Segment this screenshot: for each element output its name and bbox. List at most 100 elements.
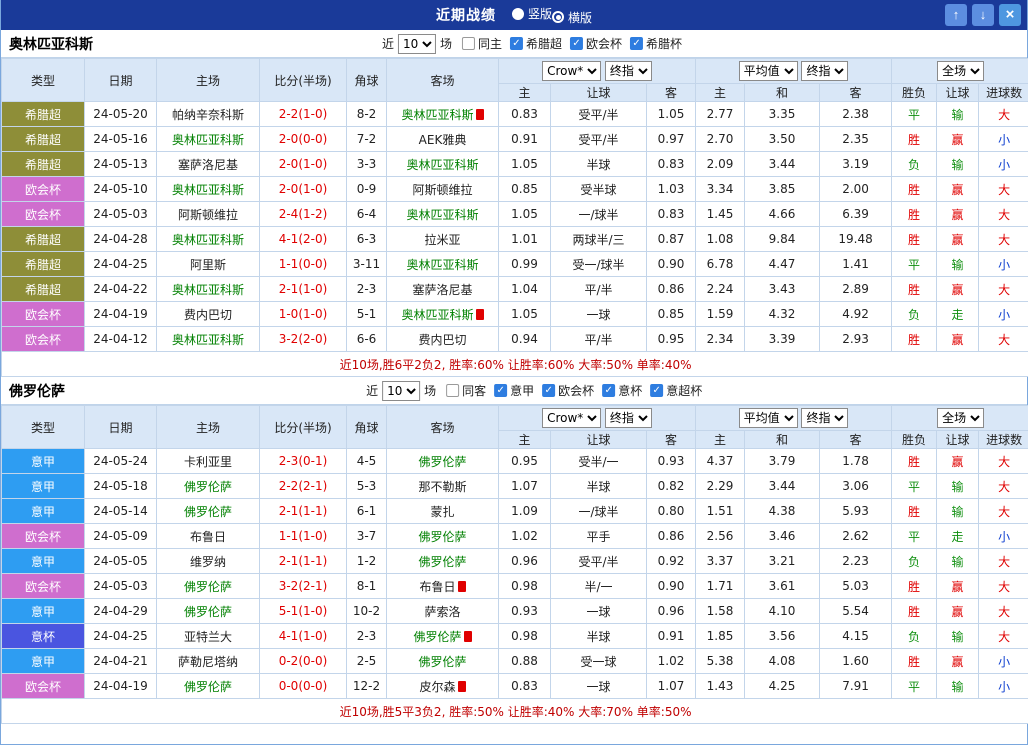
home-team-name[interactable]: 费内巴切 — [184, 308, 232, 322]
away-team-name[interactable]: 奥林匹亚科斯 — [406, 158, 478, 172]
scroll-up-button[interactable]: ↑ — [945, 4, 967, 26]
home-team-name[interactable]: 卡利亚里 — [184, 455, 232, 469]
asia-odds-stage-select[interactable]: 终指 — [605, 61, 652, 81]
score-link[interactable]: 0-2(0-0) — [279, 654, 328, 668]
away-team-name[interactable]: 费内巴切 — [418, 333, 466, 347]
filter-checkbox-意超杯[interactable]: ✓意超杯 — [650, 382, 702, 399]
filter-checkbox-意甲[interactable]: ✓意甲 — [494, 382, 534, 399]
layout-radio-horizontal[interactable]: 横版 — [552, 9, 592, 26]
layout-radio-vertical[interactable]: 竖版 — [512, 5, 552, 22]
score-link[interactable]: 2-1(1-1) — [279, 554, 328, 568]
away-team-name[interactable]: 奥林匹亚科斯 — [401, 308, 473, 322]
away-team-name[interactable]: 佛罗伦萨 — [418, 655, 466, 669]
away-team-name[interactable]: 皮尔森 — [419, 680, 455, 694]
euro-odds-stage-select[interactable]: 终指 — [801, 61, 848, 81]
home-team-name[interactable]: 阿里斯 — [190, 258, 226, 272]
score-link[interactable]: 2-0(0-0) — [279, 132, 328, 146]
away-team-name[interactable]: 佛罗伦萨 — [418, 455, 466, 469]
away-team-name[interactable]: 萨索洛 — [424, 605, 460, 619]
checkbox-icon[interactable]: ✓ — [510, 37, 523, 50]
scroll-down-button[interactable]: ↓ — [972, 4, 994, 26]
home-team-name[interactable]: 佛罗伦萨 — [184, 580, 232, 594]
home-team-name[interactable]: 奥林匹亚科斯 — [172, 283, 244, 297]
filter-checkbox-欧会杯[interactable]: ✓欧会杯 — [542, 382, 594, 399]
scope-select[interactable]: 全场 — [937, 61, 984, 81]
score-link[interactable]: 4-1(1-0) — [279, 629, 328, 643]
games-count-select[interactable]: 10 — [382, 381, 420, 401]
score-link[interactable]: 5-1(1-0) — [279, 604, 328, 618]
away-team-name[interactable]: 佛罗伦萨 — [418, 530, 466, 544]
score-link[interactable]: 2-0(1-0) — [279, 157, 328, 171]
euro-odds-type-select[interactable]: 平均值 — [739, 408, 798, 428]
checkbox-icon[interactable] — [446, 384, 459, 397]
away-team-name[interactable]: 奥林匹亚科斯 — [406, 258, 478, 272]
home-team-name[interactable]: 萨勒尼塔纳 — [178, 655, 238, 669]
scope-select[interactable]: 全场 — [937, 408, 984, 428]
checkbox-icon[interactable]: ✓ — [542, 384, 555, 397]
checkbox-icon[interactable]: ✓ — [630, 37, 643, 50]
score-link[interactable]: 3-2(2-0) — [279, 332, 328, 346]
euro-odds-stage-select[interactable]: 终指 — [801, 408, 848, 428]
away-team-name[interactable]: 佛罗伦萨 — [418, 555, 466, 569]
score-link[interactable]: 2-1(1-1) — [279, 504, 328, 518]
filter-checkbox-同客[interactable]: 同客 — [446, 382, 486, 399]
away-team-name[interactable]: 蒙扎 — [430, 505, 454, 519]
score-link[interactable]: 1-1(1-0) — [279, 529, 328, 543]
checkbox-icon[interactable]: ✓ — [602, 384, 615, 397]
filter-checkbox-希腊超[interactable]: ✓希腊超 — [510, 35, 562, 52]
home-team-name[interactable]: 奥林匹亚科斯 — [172, 333, 244, 347]
euro-odds-type-select[interactable]: 平均值 — [739, 61, 798, 81]
asia-home-odds: 0.95 — [499, 449, 551, 474]
score-link[interactable]: 2-1(1-0) — [279, 282, 328, 296]
score-link[interactable]: 0-0(0-0) — [279, 679, 328, 693]
away-team-name[interactable]: 拉米亚 — [424, 233, 460, 247]
home-team-name[interactable]: 布鲁日 — [190, 530, 226, 544]
score-link[interactable]: 2-0(1-0) — [279, 182, 328, 196]
score-link[interactable]: 3-2(2-1) — [279, 579, 328, 593]
home-team-name[interactable]: 塞萨洛尼基 — [178, 158, 238, 172]
checkbox-icon[interactable]: ✓ — [494, 384, 507, 397]
away-team-name[interactable]: 那不勒斯 — [418, 480, 466, 494]
score-link[interactable]: 4-1(2-0) — [279, 232, 328, 246]
away-team-name[interactable]: 奥林匹亚科斯 — [406, 208, 478, 222]
home-team-name[interactable]: 维罗纳 — [190, 555, 226, 569]
home-team-cell: 维罗纳 — [157, 549, 260, 574]
score-link[interactable]: 1-0(1-0) — [279, 307, 328, 321]
away-team-name[interactable]: AEK雅典 — [419, 133, 467, 147]
filter-checkbox-欧会杯[interactable]: ✓欧会杯 — [570, 35, 622, 52]
checkbox-icon[interactable] — [462, 37, 475, 50]
close-button[interactable]: × — [999, 4, 1021, 26]
result-wdl: 平 — [892, 252, 937, 277]
score-link[interactable]: 2-2(1-0) — [279, 107, 328, 121]
checkbox-icon[interactable]: ✓ — [650, 384, 663, 397]
score-link[interactable]: 2-3(0-1) — [279, 454, 328, 468]
home-team-name[interactable]: 奥林匹亚科斯 — [172, 183, 244, 197]
away-team-name[interactable]: 奥林匹亚科斯 — [401, 108, 473, 122]
away-team-name[interactable]: 阿斯顿维拉 — [412, 183, 472, 197]
bookmaker-select[interactable]: Crow* — [542, 61, 601, 81]
score-link[interactable]: 1-1(0-0) — [279, 257, 328, 271]
home-team-name[interactable]: 佛罗伦萨 — [184, 680, 232, 694]
checkbox-icon[interactable]: ✓ — [570, 37, 583, 50]
home-team-name[interactable]: 阿斯顿维拉 — [178, 208, 238, 222]
home-team-name[interactable]: 奥林匹亚科斯 — [172, 133, 244, 147]
competition-badge: 意杯 — [2, 624, 85, 649]
home-team-name[interactable]: 佛罗伦萨 — [184, 605, 232, 619]
filter-checkbox-希腊杯[interactable]: ✓希腊杯 — [630, 35, 682, 52]
asia-odds-stage-select[interactable]: 终指 — [605, 408, 652, 428]
home-team-name[interactable]: 佛罗伦萨 — [184, 480, 232, 494]
away-team-name[interactable]: 塞萨洛尼基 — [412, 283, 472, 297]
home-team-name[interactable]: 帕纳辛奈科斯 — [172, 108, 244, 122]
away-team-name[interactable]: 布鲁日 — [419, 580, 455, 594]
score-link[interactable]: 2-4(1-2) — [279, 207, 328, 221]
home-team-name[interactable]: 佛罗伦萨 — [184, 505, 232, 519]
bookmaker-select[interactable]: Crow* — [542, 408, 601, 428]
score-link[interactable]: 2-2(2-1) — [279, 479, 328, 493]
home-team-name[interactable]: 亚特兰大 — [184, 630, 232, 644]
filter-checkbox-意杯[interactable]: ✓意杯 — [602, 382, 642, 399]
away-team-name[interactable]: 佛罗伦萨 — [413, 630, 461, 644]
close-icon: × — [1006, 6, 1015, 23]
games-count-select[interactable]: 10 — [398, 34, 436, 54]
filter-checkbox-同主[interactable]: 同主 — [462, 35, 502, 52]
home-team-name[interactable]: 奥林匹亚科斯 — [172, 233, 244, 247]
